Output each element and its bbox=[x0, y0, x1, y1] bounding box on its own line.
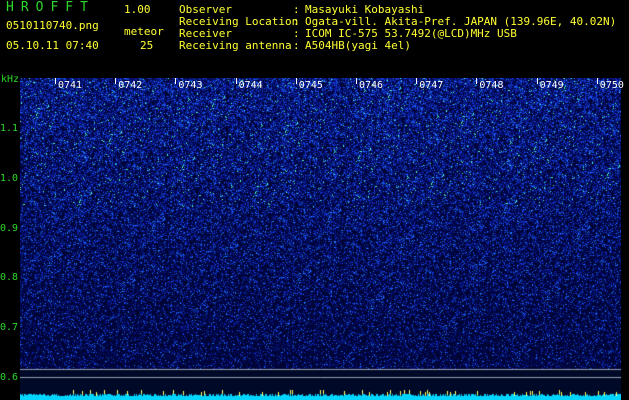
time-tick-mark bbox=[115, 78, 117, 84]
y-tick-1-1: 1.1 bbox=[0, 123, 19, 134]
y-tick-0-6: 0.6 bbox=[0, 372, 19, 383]
time-tick-label: 0749 bbox=[539, 80, 564, 91]
time-tick-label: 0745 bbox=[298, 80, 323, 91]
time-tick-mark bbox=[55, 78, 56, 84]
time-tick-mark bbox=[596, 78, 598, 84]
time-tick-label: 0748 bbox=[479, 80, 504, 91]
info-colon: : bbox=[293, 39, 300, 52]
y-tick-0-7: 0.7 bbox=[0, 322, 19, 333]
meteor-count: 25 bbox=[140, 39, 154, 52]
time-tick-label: 0743 bbox=[178, 80, 203, 91]
capture-datetime: 05.10.11 07:40 bbox=[6, 39, 99, 52]
time-tick-label: 0741 bbox=[58, 80, 83, 91]
y-tick-0-8: 0.8 bbox=[0, 272, 19, 283]
app-version: 1.00 bbox=[124, 3, 151, 16]
time-tick-mark bbox=[235, 78, 237, 84]
app-title: HROFFT bbox=[6, 0, 95, 15]
time-tick-label: 0744 bbox=[238, 80, 263, 91]
time-tick-label: 0750 bbox=[599, 80, 624, 91]
time-tick-label: 0747 bbox=[419, 80, 444, 91]
time-tick-mark bbox=[416, 78, 418, 84]
time-tick-label: 0742 bbox=[118, 80, 143, 91]
time-tick-mark bbox=[175, 78, 177, 84]
y-tick-1-0: 1.0 bbox=[0, 173, 19, 184]
spectrogram-canvas bbox=[20, 78, 621, 400]
time-tick-mark bbox=[295, 78, 297, 84]
info-label-antenna: Receiving antenna bbox=[179, 39, 292, 52]
time-tick-mark bbox=[536, 78, 538, 84]
y-axis-unit: kHz bbox=[1, 74, 20, 85]
time-tick-label: 0746 bbox=[359, 80, 384, 91]
y-tick-0-9: 0.9 bbox=[0, 223, 19, 234]
time-tick-mark bbox=[356, 78, 357, 84]
info-value-antenna: A504HB(yagi 4el) bbox=[305, 39, 411, 52]
meteor-label: meteor bbox=[124, 25, 164, 38]
file-name: 0510110740.png bbox=[6, 19, 99, 32]
time-tick-mark bbox=[476, 78, 478, 84]
